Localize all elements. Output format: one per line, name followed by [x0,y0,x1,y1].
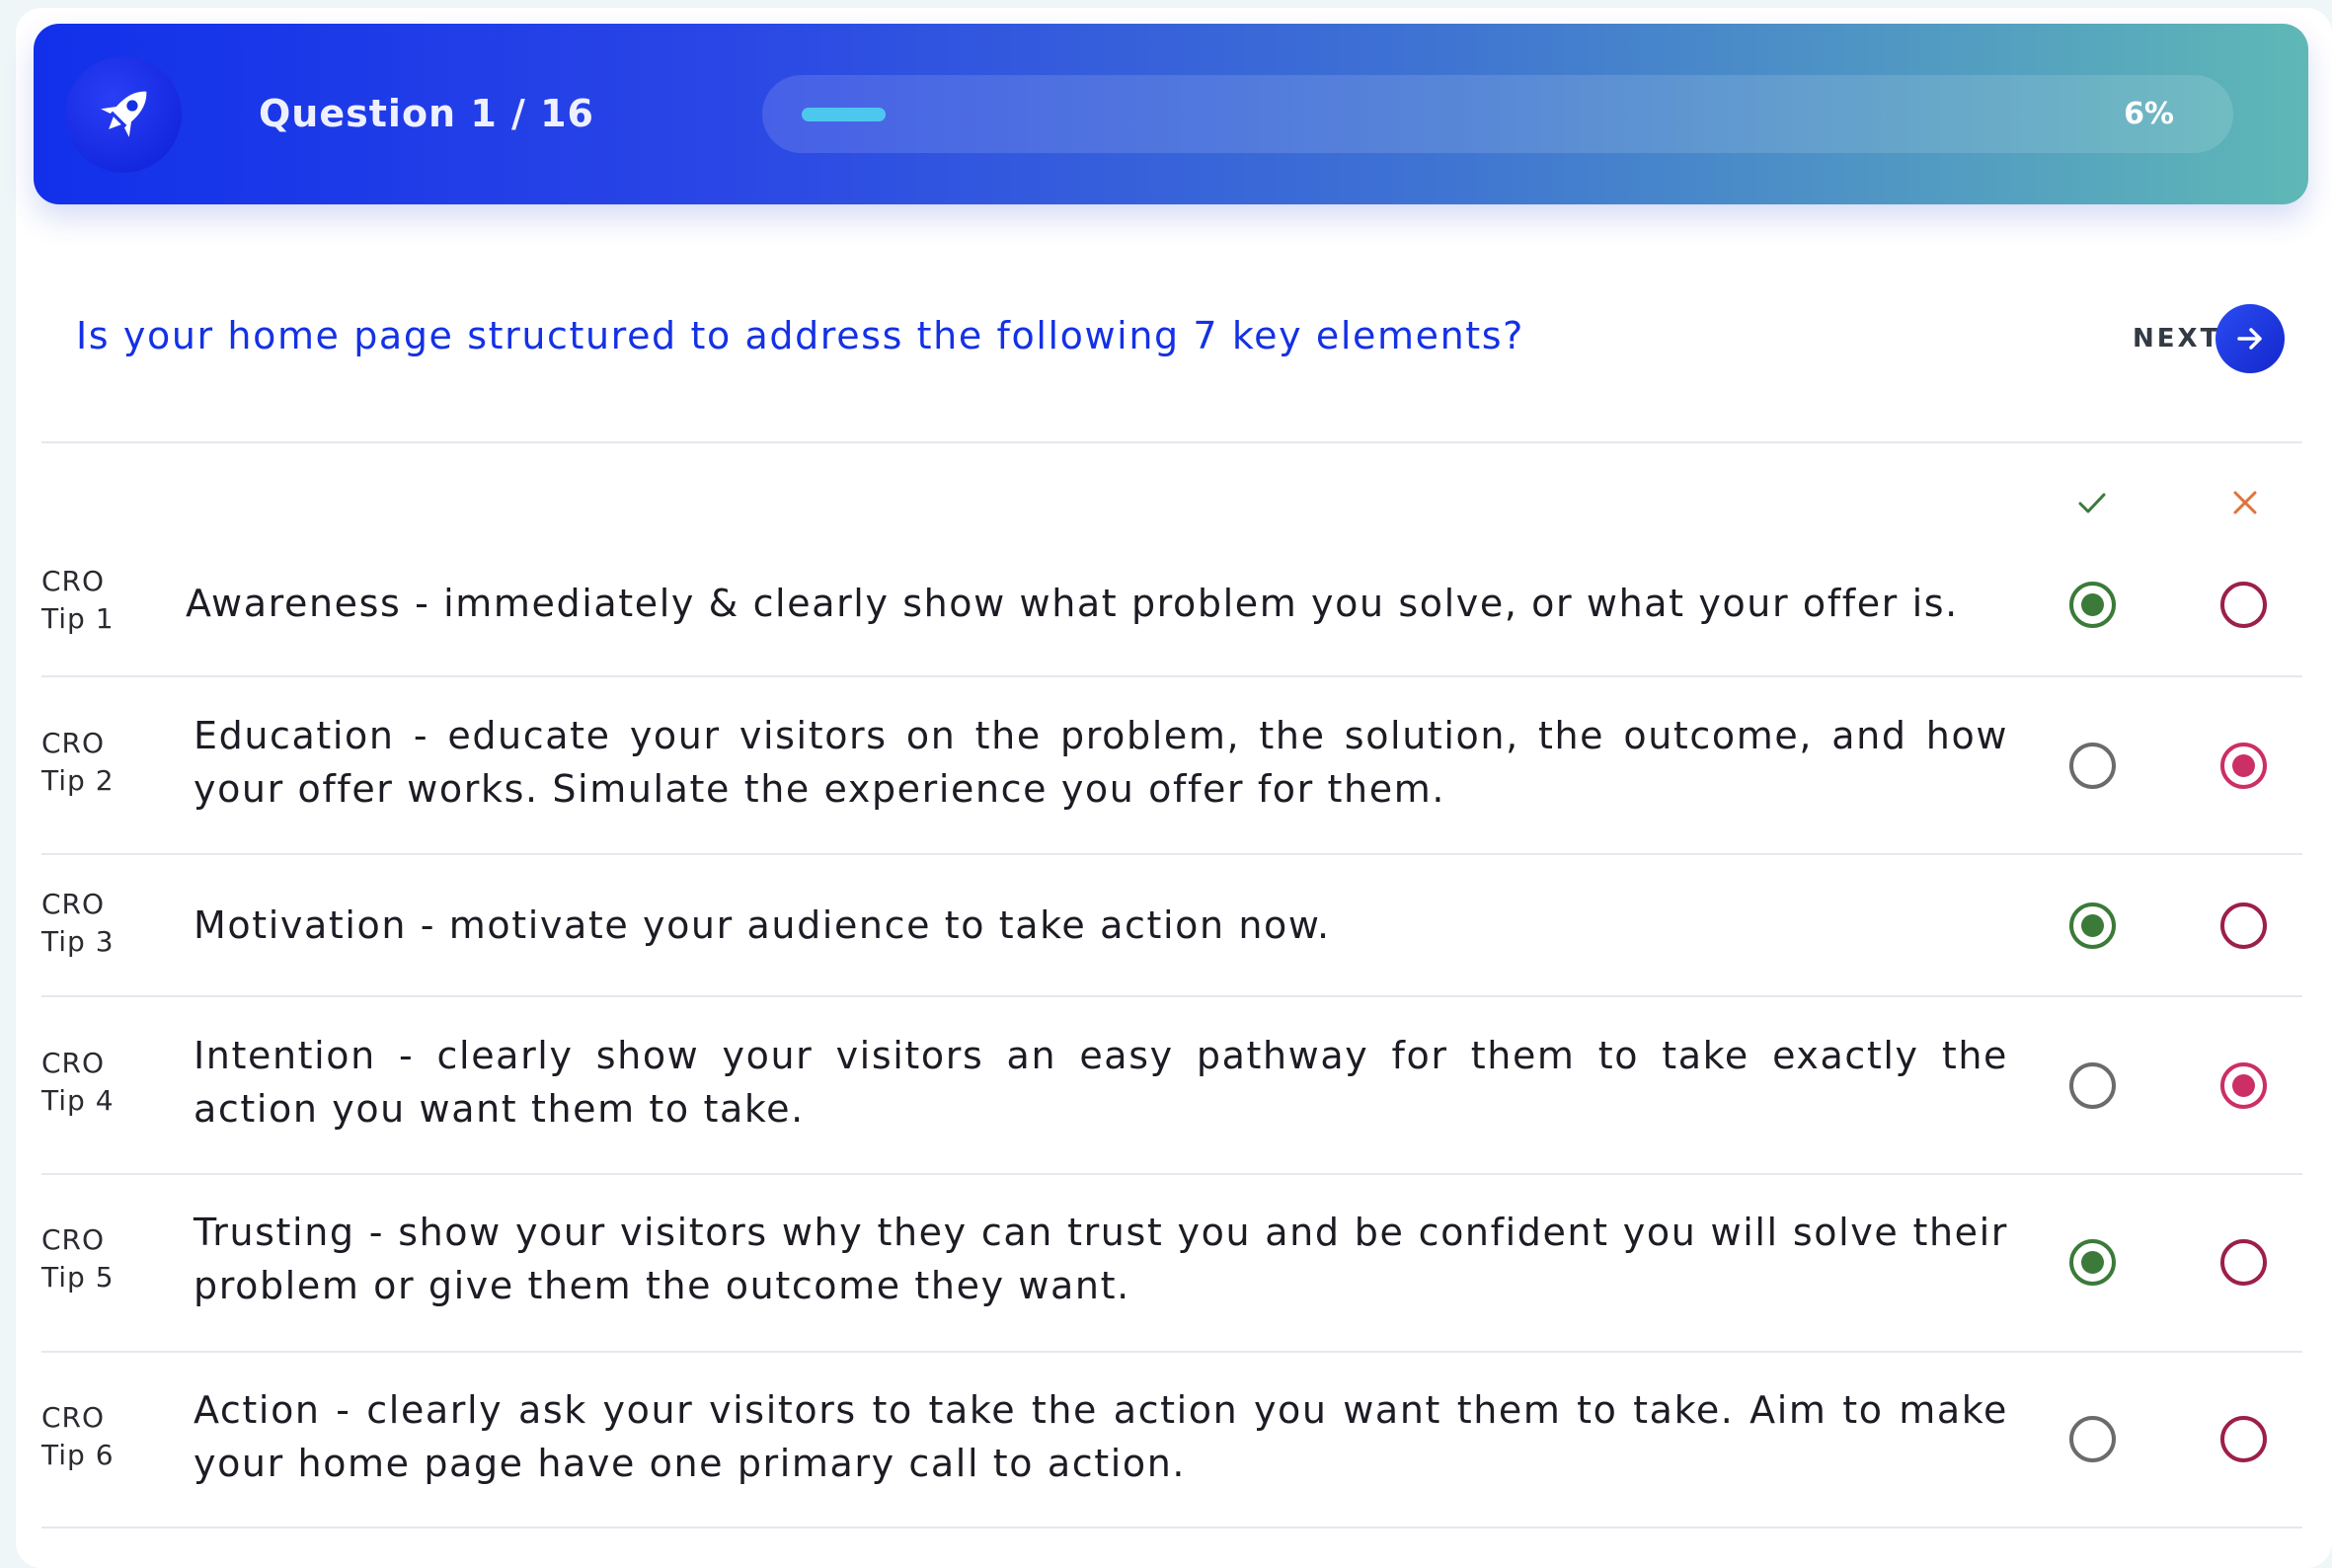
tip-text: Education - educate your visitors on the… [194,714,2008,811]
tip-label: CRO Tip 3 [41,886,160,961]
no-radio[interactable] [2220,743,2267,789]
tip-label: CRO Tip 6 [41,1399,160,1474]
no-radio[interactable] [2220,1062,2267,1109]
tip-label-line1: CRO [41,888,106,920]
next-label[interactable]: NEXT [2133,304,2220,373]
yes-radio[interactable] [2069,1239,2116,1286]
tip-text: Intention - clearly show your visitors a… [194,1034,2008,1131]
divider [41,441,2302,443]
tip-label-line2: Tip 3 [41,925,115,958]
quiz-header: Question 1 / 16 6% [34,24,2308,204]
divider [41,1527,2302,1529]
progress-bar: 6% [762,75,2233,153]
tip-label: CRO Tip 5 [41,1221,160,1296]
tip-label-line1: CRO [41,1401,106,1434]
question-text: Is your home page structured to address … [76,314,1524,357]
progress-fill [802,108,886,121]
rocket-icon [101,91,147,137]
tip-row-4: CRO Tip 4 Intention - clearly show your … [41,997,2302,1173]
yes-radio[interactable] [2069,582,2116,628]
tip-label-line1: CRO [41,565,106,597]
tip-label: CRO Tip 4 [41,1045,160,1120]
yes-radio[interactable] [2069,902,2116,949]
tip-row-6: CRO Tip 6 Action - clearly ask your visi… [41,1353,2302,1527]
question-counter: Question 1 / 16 [259,92,594,135]
tip-label: CRO Tip 2 [41,725,160,800]
tip-text: Motivation - motivate your audience to t… [194,903,1331,947]
tip-row-2: CRO Tip 2 Education - educate your visit… [41,677,2302,853]
next-arrow-button[interactable] [2215,304,2285,373]
tip-text: Awareness - immediately & clearly show w… [186,582,1959,625]
tip-label-line2: Tip 4 [41,1084,115,1117]
tip-label-line2: Tip 5 [41,1261,115,1294]
rocket-logo [65,56,182,173]
progress-percent: 6% [2124,97,2174,131]
cross-icon [2233,491,2257,514]
no-radio[interactable] [2220,582,2267,628]
check-icon [2078,493,2106,513]
tip-label-line2: Tip 2 [41,764,115,797]
tip-row-1: CRO Tip 1 Awareness - immediately & clea… [41,563,2302,675]
tip-label-line2: Tip 6 [41,1439,115,1471]
arrow-right-icon [2237,328,2262,350]
no-radio[interactable] [2220,1416,2267,1462]
tip-label-line2: Tip 1 [41,602,115,635]
no-radio[interactable] [2220,1239,2267,1286]
yes-radio[interactable] [2069,1416,2116,1462]
tip-text: Action - clearly ask your visitors to ta… [194,1388,2008,1485]
tip-text: Trusting - show your visitors why they c… [194,1211,2008,1307]
no-radio[interactable] [2220,902,2267,949]
tip-label-line1: CRO [41,1047,106,1079]
yes-radio[interactable] [2069,743,2116,789]
tip-label-line1: CRO [41,1223,106,1256]
yes-radio[interactable] [2069,1062,2116,1109]
tip-row-5: CRO Tip 5 Trusting - show your visitors … [41,1175,2302,1351]
tip-row-3: CRO Tip 3 Motivation - motivate your aud… [41,855,2302,995]
tip-label: CRO Tip 1 [41,563,160,638]
tip-label-line1: CRO [41,727,106,759]
